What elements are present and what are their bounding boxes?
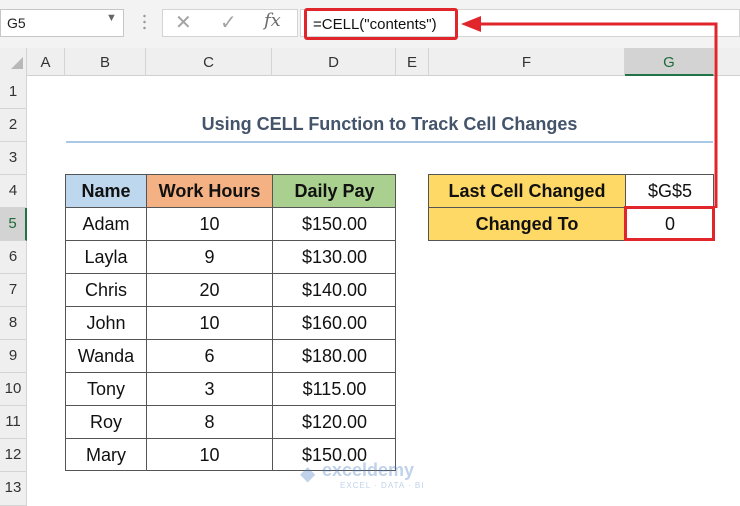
table-cell-name[interactable]: John — [65, 306, 146, 339]
table-cell-pay[interactable]: $115.00 — [272, 372, 396, 405]
row-header-7[interactable]: 7 — [0, 274, 27, 307]
table-cell-hours[interactable]: 3 — [146, 372, 272, 405]
table-cell-hours[interactable]: 6 — [146, 339, 272, 372]
select-all-icon[interactable] — [11, 57, 23, 69]
row-header-1[interactable]: 1 — [0, 76, 27, 109]
column-header-b[interactable]: B — [65, 48, 146, 76]
chevron-down-icon[interactable]: ▼ — [106, 12, 117, 24]
grip-dots-icon — [143, 13, 146, 31]
last-cell-changed-label[interactable]: Last Cell Changed — [428, 174, 625, 207]
changed-to-label[interactable]: Changed To — [428, 207, 625, 240]
table-cell-pay[interactable]: $160.00 — [272, 306, 396, 339]
table-header-hours[interactable]: Work Hours — [146, 174, 272, 207]
table-cell-name[interactable]: Adam — [65, 207, 146, 240]
table-cell-pay[interactable]: $120.00 — [272, 405, 396, 438]
table-cell-hours[interactable]: 20 — [146, 273, 272, 306]
table-cell-hours[interactable]: 8 — [146, 405, 272, 438]
table-cell-hours[interactable]: 10 — [146, 306, 272, 339]
table-cell-name[interactable]: Layla — [65, 240, 146, 273]
table-cell-pay[interactable]: $180.00 — [272, 339, 396, 372]
table-cell-pay[interactable]: $130.00 — [272, 240, 396, 273]
column-header-e[interactable]: E — [396, 48, 429, 76]
table-cell-name[interactable]: Mary — [65, 438, 146, 471]
last-cell-changed-value[interactable]: $G$5 — [625, 174, 714, 207]
column-header-g[interactable]: G — [625, 48, 714, 76]
column-header-d[interactable]: D — [272, 48, 396, 76]
watermark-tagline: EXCEL · DATA · BI — [340, 481, 425, 490]
table-cell-pay[interactable]: $150.00 — [272, 207, 396, 240]
table-cell-name[interactable]: Roy — [65, 405, 146, 438]
formula-text[interactable]: =CELL("contents") — [304, 8, 458, 40]
table-cell-name[interactable]: Tony — [65, 372, 146, 405]
table-header-name[interactable]: Name — [65, 174, 146, 207]
row-header-2[interactable]: 2 — [0, 109, 27, 142]
column-header-a[interactable]: A — [27, 48, 65, 76]
insert-function-icon[interactable]: fx — [264, 10, 281, 31]
active-cell-highlight — [624, 206, 715, 241]
row-header-4[interactable]: 4 — [0, 175, 27, 208]
row-header-8[interactable]: 8 — [0, 307, 27, 340]
enter-icon[interactable]: ✓ — [220, 10, 237, 35]
table-cell-name[interactable]: Chris — [65, 273, 146, 306]
watermark-brand: exceldemy — [322, 460, 415, 480]
row-header-13[interactable]: 13 — [0, 472, 27, 506]
table-header-pay[interactable]: Daily Pay — [272, 174, 396, 207]
column-header-f[interactable]: F — [429, 48, 625, 76]
row-header-11[interactable]: 11 — [0, 406, 27, 439]
row-header-12[interactable]: 12 — [0, 439, 27, 472]
table-cell-hours[interactable]: 10 — [146, 438, 272, 471]
row-header-9[interactable]: 9 — [0, 340, 27, 373]
title-underline — [66, 141, 713, 143]
sheet-title[interactable]: Using CELL Function to Track Cell Change… — [66, 110, 713, 138]
row-header-5[interactable]: 5 — [0, 208, 27, 241]
row-header-6[interactable]: 6 — [0, 241, 27, 274]
table-cell-name[interactable]: Wanda — [65, 339, 146, 372]
row-header-10[interactable]: 10 — [0, 373, 27, 406]
table-cell-hours[interactable]: 10 — [146, 207, 272, 240]
table-border — [395, 174, 396, 471]
row-header-3[interactable]: 3 — [0, 142, 27, 175]
exceldemy-logo-icon: ◆ — [300, 463, 316, 485]
table-cell-hours[interactable]: 9 — [146, 240, 272, 273]
column-header-c[interactable]: C — [146, 48, 272, 76]
table-cell-pay[interactable]: $140.00 — [272, 273, 396, 306]
cancel-icon[interactable]: ✕ — [175, 10, 192, 35]
